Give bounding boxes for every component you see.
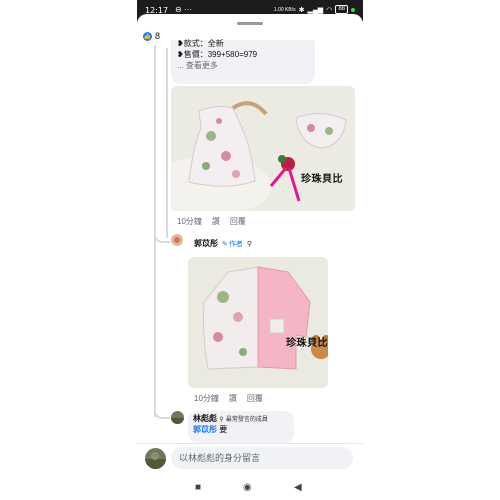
avatar[interactable]: [171, 234, 183, 246]
phone-screen: 12:17 ⊖ ··· 1.00 KB/s ✱ ▂▄▆ ◠ 88 👍 8 ❥款式…: [137, 0, 363, 500]
comment-time: 10分鐘: [177, 217, 202, 226]
comment-header: 林彪彪 ⚲ 最常發言的成員: [193, 413, 289, 424]
watermark-text: 珍珠貝比: [301, 174, 343, 185]
comment-actions: 10分鐘 讚 回覆: [177, 216, 246, 227]
avatar-image: [145, 452, 166, 469]
status-right: 1.00 KB/s ✱ ▂▄▆ ◠ 88: [274, 5, 355, 14]
thread-connector: [154, 231, 170, 243]
reply-button[interactable]: 回覆: [247, 393, 263, 404]
reply-header: 郭苡彤 ✎ 作者 ⚲: [194, 238, 252, 249]
bluetooth-icon: ✱: [298, 6, 305, 14]
comment-price: ❥售價：399+580=979: [177, 50, 258, 59]
member-tag: 最常發言的成員: [225, 417, 268, 423]
comment-bubble: ❥款式：全新 ❥售價：399+580=979 ... 查看更多: [171, 39, 315, 84]
battery-icon: 88: [335, 5, 348, 14]
sheet-header: [137, 14, 363, 30]
comment-line: ❥款式：全新: [177, 39, 224, 48]
see-more-link[interactable]: ... 查看更多: [177, 60, 309, 71]
shirt-photo-illustration: [188, 257, 328, 388]
drag-handle[interactable]: [237, 22, 263, 25]
author-name[interactable]: 郭苡彤: [194, 238, 218, 249]
status-notification-icons: ⊖ ···: [175, 5, 192, 14]
avatar-image: [174, 237, 180, 243]
thread-line-nested: [166, 48, 168, 238]
privacy-dot-icon: [351, 7, 355, 12]
avatar-image: [171, 418, 184, 424]
thread-connector: [154, 405, 170, 419]
system-nav-bar: ■ ◉ ◀: [137, 473, 363, 500]
home-icon[interactable]: ◉: [243, 482, 252, 493]
pencil-icon: ✎: [222, 240, 228, 248]
reply-actions: 10分鐘 讚 回覆: [194, 393, 263, 404]
comment-composer: 以林彪彪的身分留言: [137, 443, 363, 474]
comment-bubble: 林彪彪 ⚲ 最常發言的成員 郭苡彤 要: [188, 411, 294, 443]
avatar[interactable]: [171, 411, 184, 424]
reaction-summary[interactable]: 👍 8: [143, 31, 160, 41]
dress-photo-illustration: [171, 86, 355, 211]
back-icon[interactable]: ◀: [294, 482, 302, 493]
member-badge-icon: ⚲: [246, 240, 253, 248]
network-speed: 1.00 KB/s: [273, 6, 296, 13]
signal-icon: ▂▄▆: [307, 6, 324, 14]
reply-photo-shirt[interactable]: 珍珠貝比: [188, 257, 328, 388]
comment-text: 要: [217, 425, 228, 434]
like-icon: 👍: [143, 31, 152, 41]
comment-photo-dress[interactable]: 珍珠貝比: [171, 86, 355, 211]
reaction-count: 8: [155, 31, 161, 41]
reply-time: 10分鐘: [194, 394, 219, 403]
comment-body: 郭苡彤 要: [193, 424, 289, 435]
like-button[interactable]: 讚: [229, 393, 237, 404]
composer-avatar: [145, 448, 166, 469]
like-button[interactable]: 讚: [212, 216, 220, 227]
comment-input[interactable]: 以林彪彪的身分留言: [171, 447, 353, 469]
recent-apps-icon[interactable]: ■: [195, 482, 201, 493]
commenter-name[interactable]: 林彪彪: [193, 414, 217, 423]
member-badge-icon: ⚲: [219, 417, 224, 423]
reply-button[interactable]: 回覆: [230, 216, 246, 227]
watermark-text: 珍珠貝比: [286, 338, 328, 349]
author-badge-label: 作者: [228, 240, 243, 248]
wifi-icon: ◠: [326, 6, 333, 14]
author-badge: ✎ 作者: [222, 239, 243, 249]
mention-link[interactable]: 郭苡彤: [193, 425, 217, 434]
